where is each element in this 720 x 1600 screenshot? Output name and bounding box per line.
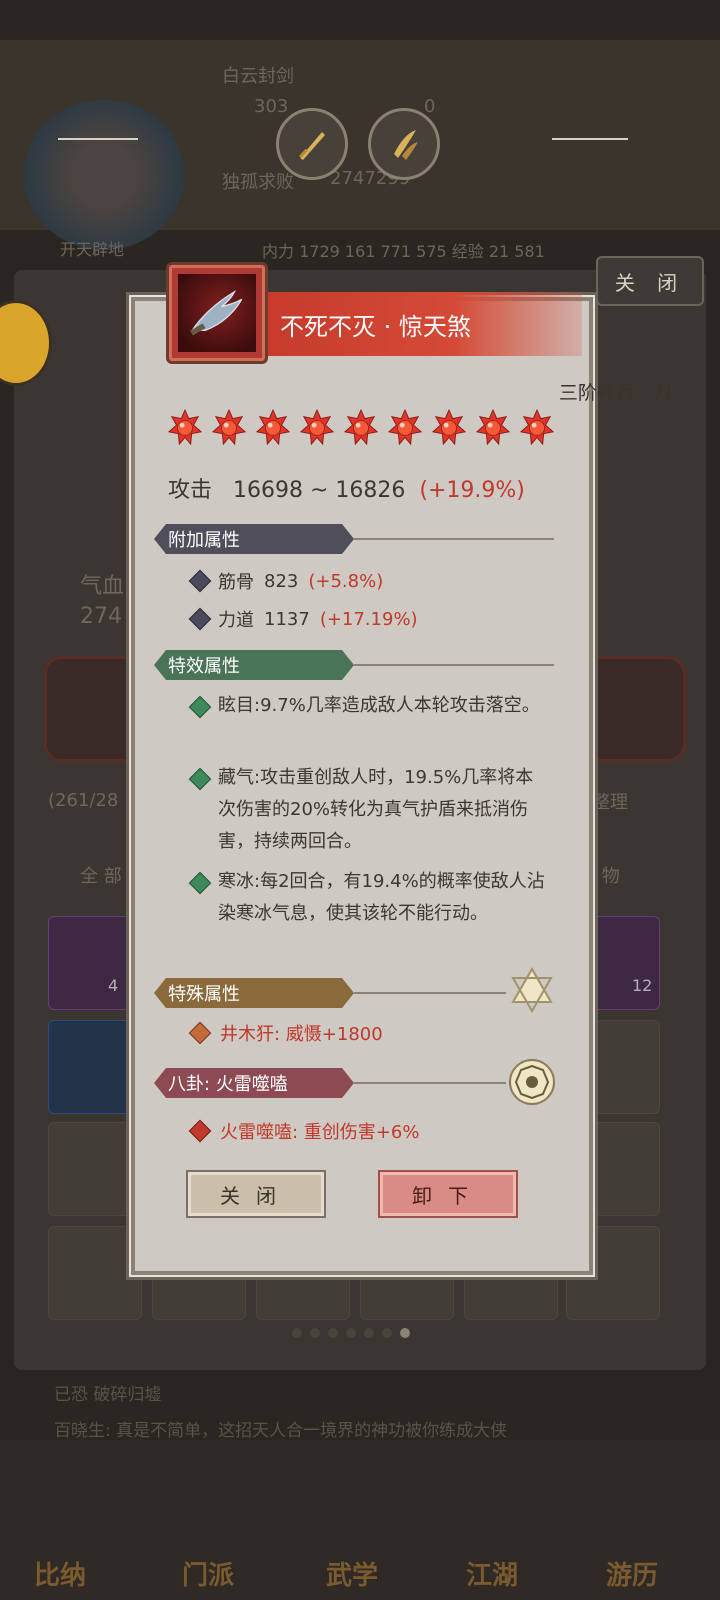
- decor-line-left: [58, 138, 138, 140]
- nav-item[interactable]: 门派: [182, 1555, 234, 1592]
- sword-icon[interactable]: [276, 108, 348, 180]
- attr-value: 823: [264, 570, 299, 592]
- attr-row: 筋骨 823 (+5.8%): [188, 568, 384, 594]
- close-button[interactable]: 关闭: [186, 1170, 326, 1218]
- attr-value: 1137: [264, 608, 310, 630]
- section-effects-title: 特效属性: [154, 650, 354, 680]
- tab-label: 开天辟地: [60, 240, 125, 259]
- page-dot: [346, 1328, 356, 1338]
- attr-bonus: (+17.19%): [319, 608, 418, 630]
- weapon-blade-icon: [178, 274, 256, 352]
- star-gem-icon: [212, 408, 246, 448]
- star-gem-icon: [344, 408, 378, 448]
- gem-icon: [188, 1119, 212, 1143]
- attack-label: 攻击: [168, 478, 213, 503]
- nav-item[interactable]: 游历: [606, 1555, 658, 1592]
- item-icon-frame: [166, 262, 268, 364]
- section-bagua: 八卦: 火雷噬嗑: [154, 1068, 554, 1098]
- attack-line: 攻击 16698 ~ 16826 (+19.9%): [168, 472, 525, 504]
- effect-text: 眩目:9.7%几率造成敌人本轮攻击落空。: [218, 695, 540, 716]
- section-bagua-title: 八卦: 火雷噬嗑: [154, 1068, 354, 1098]
- special-attr-line: 井木犴: 威慑+1800: [188, 1020, 383, 1046]
- currency-2: 0: [424, 96, 436, 117]
- dagger-icon[interactable]: [368, 108, 440, 180]
- item-tier: 三阶神兵 · 刀: [558, 382, 672, 404]
- nav-item[interactable]: 江湖: [466, 1555, 518, 1592]
- attr-name: 力道: [218, 610, 254, 631]
- currency-1: 303: [254, 96, 289, 117]
- attack-bonus: (+19.9%): [419, 478, 525, 503]
- page-dot-active: [400, 1328, 410, 1338]
- unequip-button[interactable]: 卸下: [378, 1170, 518, 1218]
- section-special-title: 特殊属性: [154, 978, 354, 1008]
- star-gem-icon: [168, 408, 202, 448]
- star-gem-icon: [476, 408, 510, 448]
- stats-line: 内力 1729 161 771 575 经验 21 581: [262, 242, 545, 261]
- page-dot: [310, 1328, 320, 1338]
- section-divider: [354, 992, 506, 994]
- chat-line-2: 百晓生: 真是不简单，这招天人合一境界的神功被你练成大侠: [54, 1421, 508, 1441]
- player-header: 白云封剑 303 0 独孤求败 2747299: [0, 40, 720, 250]
- nav-item[interactable]: 比纳: [34, 1555, 86, 1592]
- effect-text: 藏气:攻击重创敌人时，19.5%几率将本次伤害的20%转化为真气护盾来抵消伤害，…: [218, 767, 534, 852]
- effect-item: 藏气:攻击重创敌人时，19.5%几率将本次伤害的20%转化为真气护盾来抵消伤害，…: [188, 762, 548, 858]
- filter-all-tab[interactable]: 全 部: [80, 862, 122, 888]
- attr-row: 力道 1137 (+17.19%): [188, 606, 418, 632]
- nav-item[interactable]: 武学: [326, 1555, 378, 1592]
- star-gem-icon: [256, 408, 290, 448]
- attr-bonus: (+5.8%): [308, 570, 384, 592]
- gem-icon: [188, 1021, 212, 1045]
- bagua-attr-line: 火雷噬嗑: 重创伤害+6%: [188, 1118, 420, 1144]
- effect-item: 眩目:9.7%几率造成敌人本轮攻击落空。: [188, 690, 548, 722]
- gem-icon: [188, 569, 212, 593]
- star-gem-icon: [388, 408, 422, 448]
- effect-item: 寒冰:每2回合，有19.4%的概率使敌人沾染寒冰气息，使其该轮不能行动。: [188, 866, 548, 930]
- page-dot: [328, 1328, 338, 1338]
- section-divider: [354, 1082, 506, 1084]
- player-avatar: [24, 100, 184, 250]
- slot-count: 12: [632, 976, 653, 995]
- section-divider: [354, 538, 554, 540]
- hexagram-emblem-icon: [511, 966, 553, 1014]
- attr-name: 筋骨: [218, 572, 254, 593]
- star-gem-icon: [300, 408, 334, 448]
- attack-range: 16698 ~ 16826: [233, 478, 406, 503]
- page-indicator: [292, 1328, 410, 1338]
- chat-line-1: 已恐 破碎归墟: [54, 1385, 162, 1405]
- page-dot: [292, 1328, 302, 1338]
- star-gem-icon: [520, 408, 554, 448]
- effect-text: 寒冰:每2回合，有19.4%的概率使敌人沾染寒冰气息，使其该轮不能行动。: [218, 871, 545, 924]
- section-additional: 附加属性: [154, 524, 554, 554]
- section-additional-title: 附加属性: [154, 524, 354, 554]
- player-title: 白云封剑: [222, 66, 294, 87]
- section-effects: 特效属性: [154, 650, 554, 680]
- page-dot: [382, 1328, 392, 1338]
- section-divider: [354, 664, 554, 666]
- slot-count: 4: [108, 976, 119, 995]
- star-gem-icon: [432, 408, 466, 448]
- bagua-attr-text: 火雷噬嗑: 重创伤害+6%: [220, 1122, 420, 1143]
- bagua-emblem-icon: [509, 1059, 555, 1105]
- section-special: 特殊属性: [154, 978, 554, 1008]
- gem-icon: [188, 607, 212, 631]
- hp-label: 气血: [80, 574, 125, 599]
- star-rating: [168, 408, 554, 448]
- decor-line-right: [552, 138, 628, 140]
- player-subtitle: 独孤求败: [222, 172, 294, 193]
- page-dot: [364, 1328, 374, 1338]
- hp-value: 274: [80, 604, 122, 629]
- item-title: 不死不灭 · 惊天煞: [262, 292, 582, 356]
- top-close-button[interactable]: 关 闭: [596, 256, 704, 306]
- special-attr-text: 井木犴: 威慑+1800: [220, 1024, 383, 1045]
- capacity-text: (261/28: [48, 790, 119, 811]
